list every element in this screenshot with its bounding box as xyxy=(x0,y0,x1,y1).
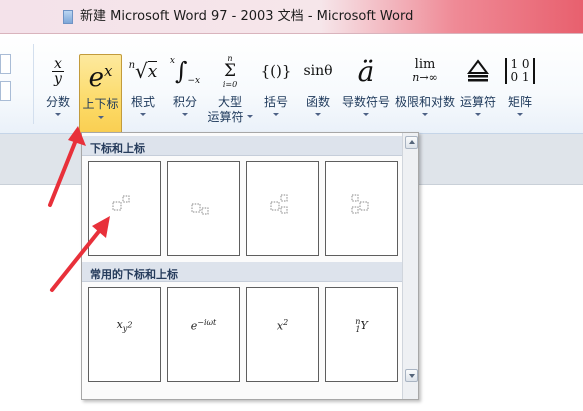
annotation-arrow-ribbon xyxy=(48,126,86,207)
annotation-arrow-gallery xyxy=(50,216,110,292)
annotation-arrows xyxy=(48,126,110,292)
